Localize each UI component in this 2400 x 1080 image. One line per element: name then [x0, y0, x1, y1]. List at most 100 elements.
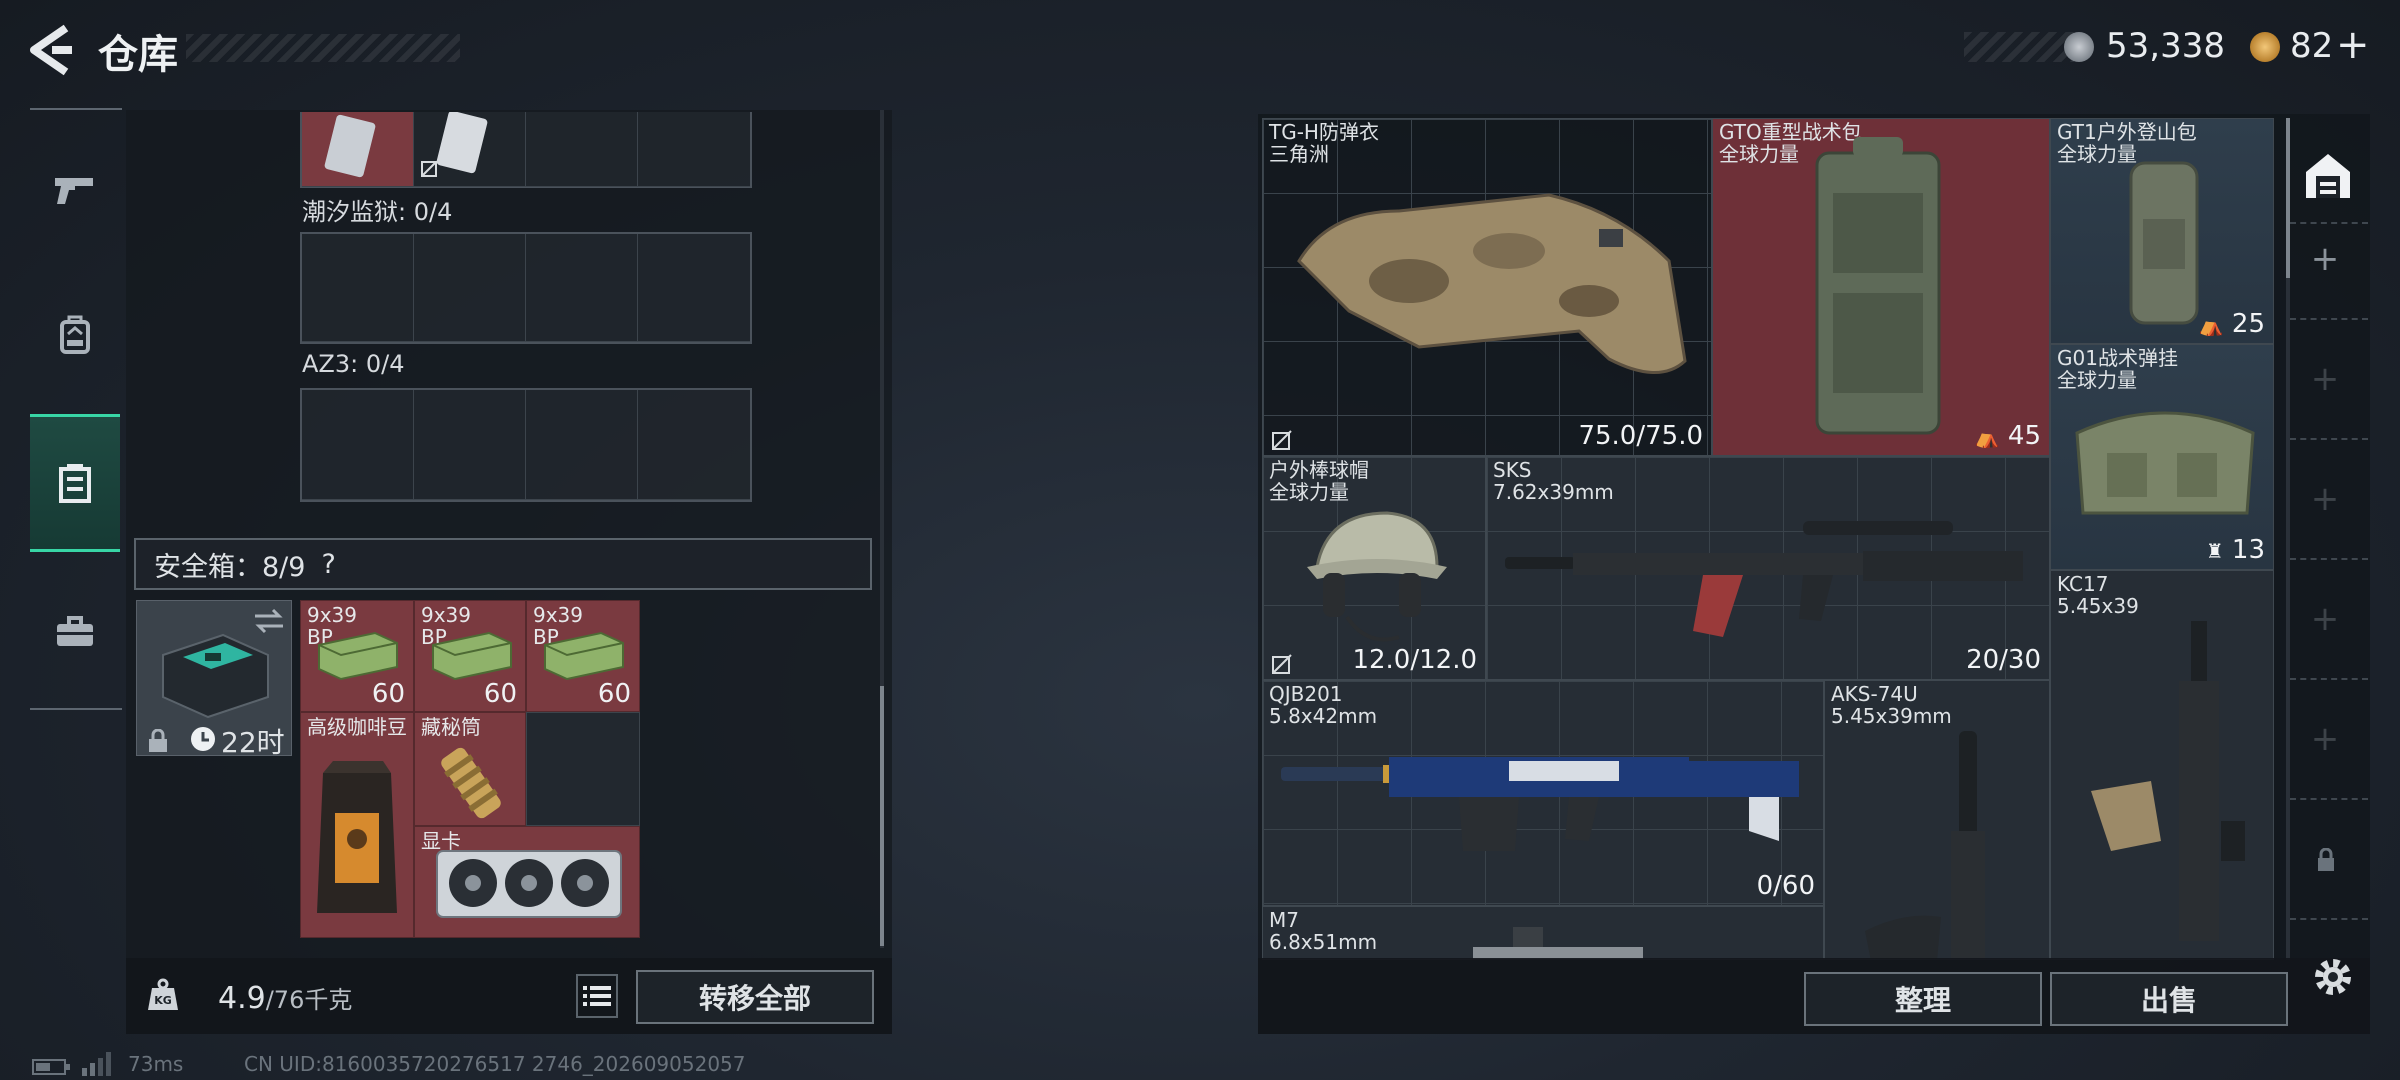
pistol-icon	[55, 178, 93, 204]
ammo-item[interactable]: 9x39 BP 60	[300, 600, 414, 712]
list-view-button[interactable]	[576, 974, 618, 1018]
grid-cell[interactable]	[302, 390, 414, 500]
card-item-icon	[421, 110, 488, 177]
sidebar-divider	[2290, 318, 2368, 320]
grid-cell[interactable]	[526, 390, 638, 500]
coin-icon	[2064, 32, 2094, 62]
grid-cell[interactable]	[638, 112, 750, 187]
sell-button[interactable]: 出售	[2050, 972, 2288, 1026]
ammo-count: 20/30	[1966, 645, 2041, 675]
add-page-button[interactable]: +	[2310, 482, 2340, 516]
backpack-item[interactable]: GTO重型战术包 全球力量 ⛺ 45	[1712, 118, 2050, 456]
rifle-item[interactable]: SKS 7.62x39mm 20/30	[1486, 456, 2050, 680]
page-title: 仓库	[98, 32, 178, 78]
weight-current: 4.9	[218, 981, 266, 1016]
add-currency-button[interactable]: +	[2336, 22, 2370, 68]
list-icon	[583, 986, 611, 1006]
sidebar-divider	[2290, 222, 2368, 224]
title-decoration	[186, 34, 460, 62]
safebox-icon	[59, 464, 91, 503]
coffee-item[interactable]: 高级咖啡豆	[300, 712, 414, 938]
inventory-scroll-thumb[interactable]	[2286, 118, 2290, 278]
rail-item-weapons[interactable]	[30, 144, 120, 234]
grid-cell[interactable]	[526, 112, 638, 187]
card-item-icon	[324, 114, 376, 178]
safebox-tile[interactable]: 22时	[136, 600, 292, 759]
item-name: 藏秘筒	[421, 715, 481, 739]
no-insure-icon	[1272, 654, 1292, 674]
rifle-item[interactable]: AKS-74U 5.45x39mm	[1824, 680, 2050, 960]
m7-rifle-icon	[1473, 927, 1643, 959]
ammo-count: 0/60	[1756, 871, 1815, 901]
user-uid: CN UID:8160035720276517 2746_20260905205…	[244, 1052, 746, 1076]
grid-cell[interactable]	[414, 234, 526, 342]
backpack-item[interactable]: GT1户外登山包 全球力量 ⛺ 25	[2050, 118, 2274, 344]
rail-divider-bottom	[30, 708, 122, 710]
help-button[interactable]: ?	[321, 549, 335, 580]
durability: 75.0/75.0	[1578, 421, 1703, 451]
capacity: ⛺ 45	[1974, 421, 2041, 451]
baseball-cap-icon	[1307, 511, 1447, 642]
aks74u-rifle-icon	[1865, 731, 1985, 959]
lock-icon	[2318, 848, 2334, 871]
transfer-all-button[interactable]: 转移全部	[636, 970, 874, 1024]
safebox-timer: 22时	[221, 726, 285, 759]
rail-divider-top	[30, 108, 122, 110]
lmg-item[interactable]: QJB201 5.8x42mm 0/60	[1262, 680, 1824, 906]
grid-cell[interactable]	[414, 390, 526, 500]
container-grid-partial	[300, 110, 752, 188]
weight-readout: 4.9/76千克	[218, 980, 352, 1016]
section-label: AZ3: 0/4	[302, 350, 405, 378]
rail-item-gear[interactable]	[30, 290, 120, 380]
gpu-item[interactable]: 显卡	[414, 826, 640, 938]
rail-item-toolbox[interactable]	[30, 586, 120, 676]
grid-cell[interactable]	[638, 390, 750, 500]
empty-slot[interactable]	[526, 712, 640, 826]
grid-cell[interactable]	[638, 234, 750, 342]
rifle-item[interactable]: M7 6.8x51mm	[1262, 906, 1824, 960]
item-name: G01战术弹挂 全球力量	[2057, 346, 2178, 392]
kc17-rifle-icon	[2091, 621, 2245, 941]
warehouse-tab-button[interactable]	[2302, 150, 2354, 202]
sidebar-divider	[2290, 798, 2368, 800]
battery-icon	[32, 1059, 70, 1075]
add-page-button[interactable]: +	[2310, 722, 2340, 756]
sort-button[interactable]: 整理	[1804, 972, 2042, 1026]
capacity-icon: ⛺	[1974, 425, 2000, 449]
grid-cell[interactable]	[414, 110, 526, 187]
sidebar-divider	[2290, 438, 2368, 440]
rail-item-safebox[interactable]	[30, 414, 120, 552]
safebox-case-icon	[162, 633, 269, 719]
add-page-button[interactable]: +	[2310, 362, 2340, 396]
backpack-icon	[60, 315, 90, 354]
helmet-item[interactable]: 户外棒球帽 全球力量 12.0/12.0	[1262, 456, 1486, 680]
grid-cell[interactable]	[526, 234, 638, 342]
weight-icon: KG	[148, 978, 178, 1010]
back-button[interactable]	[26, 24, 72, 76]
hiking-backpack-icon	[2129, 161, 2199, 325]
sidebar-divider	[2290, 678, 2368, 680]
grid-cell[interactable]	[302, 112, 414, 187]
item-name: 高级咖啡豆	[307, 715, 407, 739]
grid-cell[interactable]	[302, 234, 414, 342]
chest-rig-item[interactable]: G01战术弹挂 全球力量 ♜ 13	[2050, 344, 2274, 570]
toolbox-icon	[57, 616, 93, 646]
heavy-backpack-icon	[1815, 137, 1941, 435]
svg-text:KG: KG	[154, 994, 172, 1007]
add-page-button[interactable]: +	[2310, 242, 2340, 276]
container-grid	[300, 232, 752, 344]
ammo-item[interactable]: 9x39 BP 60	[414, 600, 526, 712]
sidebar-divider	[2290, 558, 2368, 560]
rifle-item[interactable]: KC17 5.45x39	[2050, 570, 2274, 960]
scroll-thumb[interactable]	[880, 686, 884, 946]
item-name: M7 6.8x51mm	[1269, 908, 1378, 954]
ammo-box-icon	[432, 631, 512, 681]
tactical-rig-icon	[2075, 411, 2255, 515]
add-page-button[interactable]: +	[2310, 602, 2340, 636]
cipher-tube-item[interactable]: 藏秘筒	[414, 712, 526, 826]
armor-item[interactable]: TG-H防弹衣 三角洲 75.0/75.0	[1262, 118, 1712, 456]
settings-button[interactable]	[2310, 954, 2356, 1000]
ammo-item[interactable]: 9x39 BP 60	[526, 600, 640, 712]
cipher-tube-icon	[441, 747, 501, 819]
safebox-capacity: 安全箱：8/9	[154, 551, 306, 583]
